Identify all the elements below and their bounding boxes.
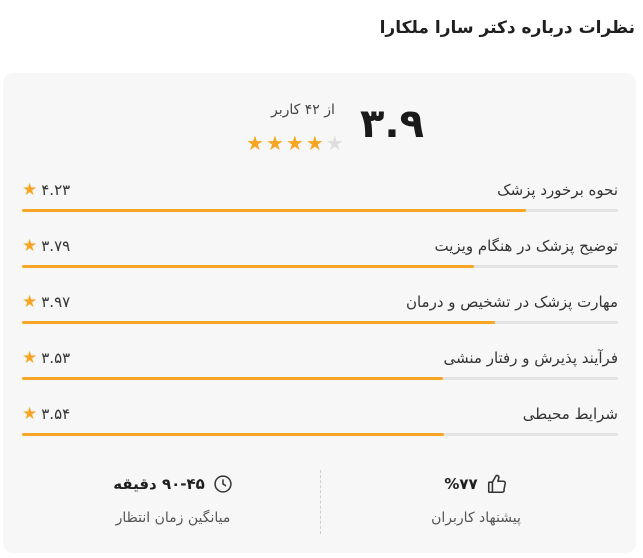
overall-stars: ★ ★ ★ ★ ★ — [246, 133, 344, 153]
criterion-row: مهارت پزشک در تشخیص و درمان ★ ۳.۹۷ — [22, 283, 618, 339]
criterion-score: ★ ۳.۹۷ — [22, 293, 70, 311]
criterion-row: شرایط محیطی ★ ۳.۵۴ — [22, 395, 618, 451]
star-icon: ★ — [22, 403, 38, 424]
wait-time-value: ۹۰-۴۵ دقیقه — [113, 475, 205, 493]
criterion-track — [22, 433, 618, 436]
star-icon: ★ — [305, 131, 324, 155]
criterion-bar — [22, 433, 444, 436]
criterion-track — [22, 209, 618, 212]
star-icon: ★ — [265, 131, 284, 155]
recommend-caption: پیشنهاد کاربران — [431, 510, 521, 526]
ratings-card: ۳.۹ از ۴۲ کاربر ★ ★ ★ ★ ★ نحوه برخورد پز… — [3, 73, 636, 553]
criterion-row: توضیح پزشک در هنگام ویزیت ★ ۳.۷۹ — [22, 227, 618, 283]
criterion-label: فرآیند پذیرش و رفتار منشی — [443, 349, 618, 367]
criterion-score-value: ۳.۹۷ — [41, 293, 71, 311]
criterion-score-value: ۳.۷۹ — [41, 237, 71, 255]
rating-summary: ۳.۹ از ۴۲ کاربر ★ ★ ★ ★ ★ — [3, 97, 636, 157]
star-icon: ★ — [22, 179, 38, 200]
star-icon: ★ — [246, 131, 264, 155]
criterion-track — [22, 377, 618, 380]
criterion-track — [22, 321, 618, 324]
star-icon: ★ — [285, 131, 304, 155]
page-title: نظرات درباره دکتر سارا ملکارا — [379, 18, 635, 38]
criterion-score: ★ ۳.۷۹ — [22, 237, 70, 255]
criteria-list: نحوه برخورد پزشک ★ ۴.۲۳ توضیح پزشک در هن… — [22, 171, 618, 451]
recommend-stat: %۷۷ پیشنهاد کاربران — [326, 466, 626, 526]
criterion-score-value: ۴.۲۳ — [41, 181, 71, 199]
criterion-row: نحوه برخورد پزشک ★ ۴.۲۳ — [22, 171, 618, 227]
star-icon: ★ — [22, 291, 38, 312]
overall-score: ۳.۹ — [360, 101, 425, 147]
clock-icon — [213, 474, 233, 494]
criterion-track — [22, 265, 618, 268]
criterion-score-value: ۳.۵۳ — [41, 349, 71, 367]
wait-time-caption: میانگین زمان انتظار — [115, 510, 231, 526]
criterion-score-value: ۳.۵۴ — [41, 405, 71, 423]
thumbs-up-icon — [486, 473, 508, 495]
rating-count: از ۴۲ کاربر — [271, 102, 335, 118]
criterion-bar — [22, 265, 474, 268]
criterion-row: فرآیند پذیرش و رفتار منشی ★ ۳.۵۳ — [22, 339, 618, 395]
criterion-bar — [22, 209, 527, 212]
criterion-score: ★ ۳.۵۳ — [22, 349, 70, 367]
criterion-label: نحوه برخورد پزشک — [497, 181, 618, 199]
criterion-score: ★ ۳.۵۴ — [22, 405, 70, 423]
wait-time-stat: ۹۰-۴۵ دقیقه میانگین زمان انتظار — [23, 466, 323, 526]
criterion-label: شرایط محیطی — [522, 405, 618, 423]
star-icon: ★ — [325, 131, 344, 155]
criterion-bar — [22, 321, 496, 324]
criterion-label: مهارت پزشک در تشخیص و درمان — [405, 293, 618, 311]
star-icon: ★ — [22, 235, 38, 256]
star-icon: ★ — [22, 347, 38, 368]
criterion-score: ★ ۴.۲۳ — [22, 181, 70, 199]
recommend-value: %۷۷ — [444, 475, 478, 493]
criterion-bar — [22, 377, 443, 380]
stats-row: %۷۷ پیشنهاد کاربران ۹۰-۴۵ دقیقه میانگین … — [3, 466, 636, 546]
criterion-label: توضیح پزشک در هنگام ویزیت — [434, 237, 619, 255]
